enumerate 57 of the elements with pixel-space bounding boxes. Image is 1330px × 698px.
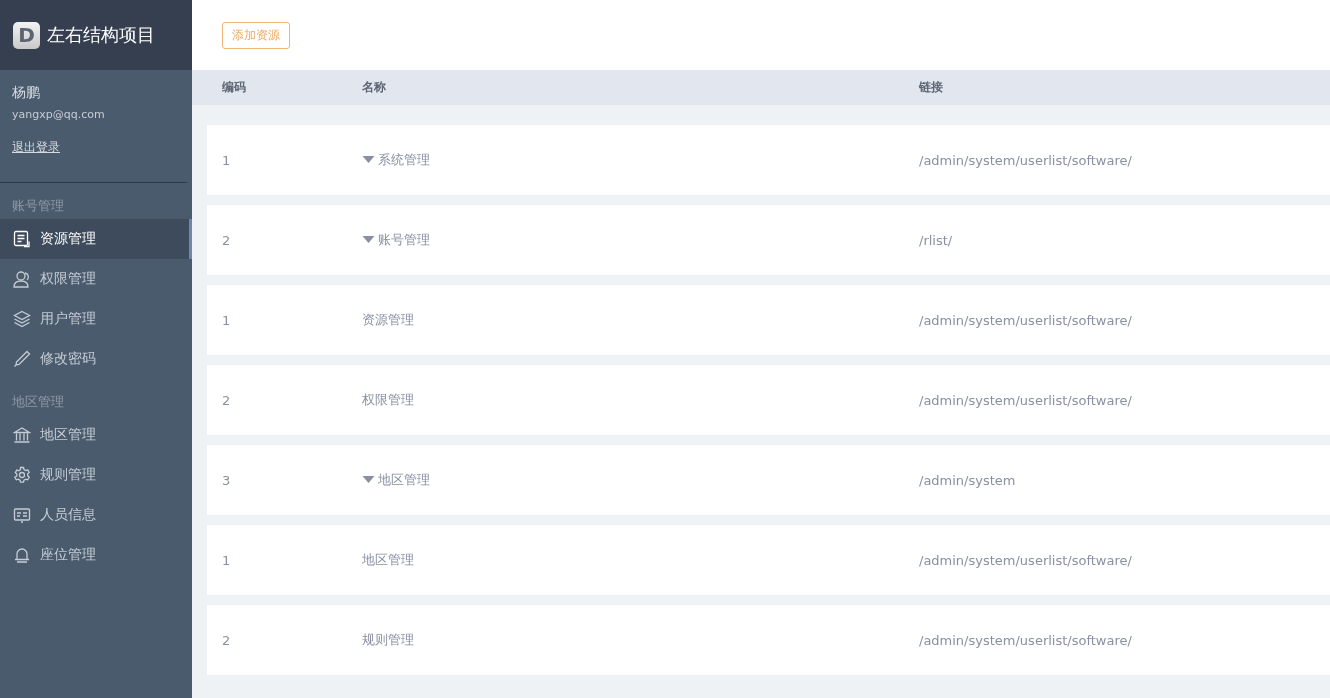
- bell-icon: [13, 546, 31, 564]
- app-title: 左右结构项目: [47, 23, 155, 47]
- table-cell: /admin/system: [919, 472, 1016, 488]
- table-row[interactable]: 1 地区管理 /admin/system/userlist/software/: [207, 525, 1330, 595]
- section-label: 地区管理: [11, 393, 65, 409]
- table-cell: /admin/system/userlist/software/: [919, 632, 1132, 648]
- table-row[interactable]: 2 规则管理 /admin/system/userlist/software/: [207, 605, 1330, 675]
- table-row[interactable]: 3 地区管理 /admin/system: [207, 445, 1330, 515]
- pen-icon: [13, 350, 31, 368]
- document-icon: [13, 230, 31, 248]
- table-cell: 账号管理: [378, 231, 430, 249]
- table-cell-text: 2: [221, 632, 232, 648]
- menu-item[interactable]: 用户管理: [0, 299, 192, 339]
- app-logo: D: [13, 21, 40, 49]
- column-header: 名称: [362, 79, 387, 96]
- table-cell: 地区管理: [378, 471, 430, 489]
- table-cell: 地区管理: [362, 551, 414, 569]
- id-card-icon: [13, 506, 31, 524]
- table-cell-text: 3: [221, 472, 232, 488]
- user-icon: [13, 270, 31, 288]
- table-cell: 系统管理: [378, 151, 430, 169]
- building-icon: [13, 426, 31, 444]
- column-header: 链接: [919, 79, 943, 96]
- menu-item[interactable]: 地区管理: [0, 415, 192, 455]
- menu-item[interactable]: 人员信息: [0, 495, 192, 535]
- table-cell-text: 2: [221, 392, 232, 408]
- menu-item[interactable]: 权限管理: [0, 259, 192, 299]
- layers-icon: [13, 310, 31, 328]
- table-row[interactable]: 2 账号管理 /rlist/: [207, 205, 1330, 275]
- column-header: 编码: [221, 79, 247, 96]
- menu-item[interactable]: 资源管理: [0, 219, 192, 259]
- table-cell-text: 2: [221, 232, 232, 248]
- table-row[interactable]: 1 资源管理 /admin/system/userlist/software/: [207, 285, 1330, 355]
- caret-icon[interactable]: [362, 476, 375, 484]
- table-cell: /admin/system/userlist/software/: [919, 312, 1132, 328]
- menu-item[interactable]: 规则管理: [0, 455, 192, 495]
- table-cell: /admin/system/userlist/software/: [919, 152, 1132, 168]
- table-cell: 规则管理: [362, 631, 414, 649]
- user-email: yangxp@qq.com: [12, 108, 106, 121]
- gear-icon: [13, 466, 31, 484]
- table-cell-text: 1: [221, 152, 232, 168]
- logout-link[interactable]: 退出登录: [12, 139, 60, 156]
- table-row[interactable]: 1 系统管理 /admin/system/userlist/software/: [207, 125, 1330, 195]
- user-name: 杨鹏: [12, 84, 41, 102]
- caret-icon[interactable]: [362, 156, 375, 164]
- menu-item[interactable]: 座位管理: [0, 535, 192, 575]
- table-cell: 权限管理: [362, 391, 414, 409]
- table-cell: /admin/system/userlist/software/: [919, 392, 1132, 408]
- table-row[interactable]: 2 权限管理 /admin/system/userlist/software/: [207, 365, 1330, 435]
- table-cell: /admin/system/userlist/software/: [919, 552, 1132, 568]
- menu-item[interactable]: 修改密码: [0, 339, 192, 379]
- caret-icon[interactable]: [362, 236, 375, 244]
- table-cell: /rlist/: [919, 232, 953, 248]
- table-cell: 资源管理: [362, 311, 414, 329]
- table-cell-text: 1: [221, 552, 232, 568]
- table-cell-text: 1: [221, 312, 232, 328]
- section-label: 账号管理: [11, 197, 65, 213]
